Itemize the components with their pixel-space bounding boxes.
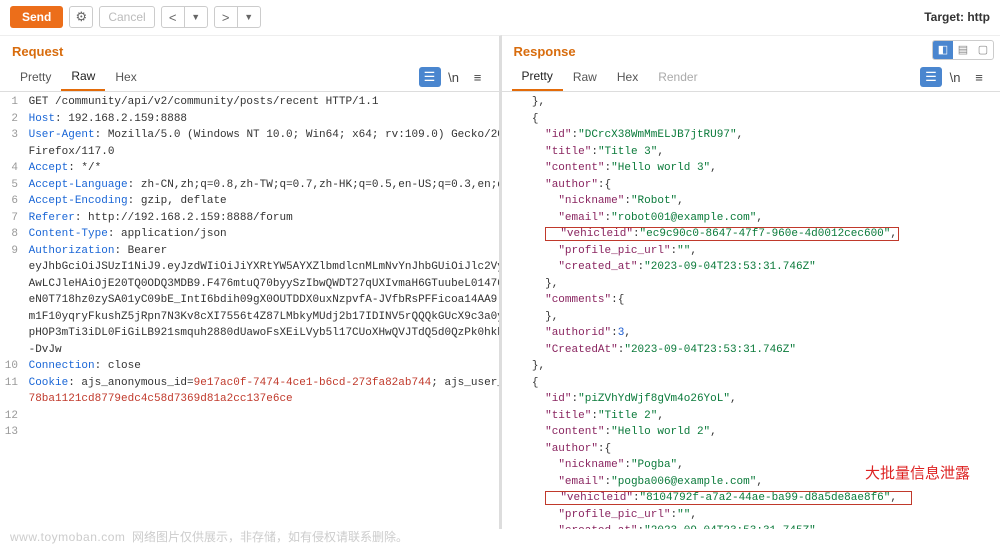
menu-icon-res[interactable]: ≡	[968, 67, 990, 87]
cancel-button[interactable]: Cancel	[99, 6, 154, 28]
request-title: Request	[0, 36, 499, 63]
layout-split-icon[interactable]: ◧	[933, 41, 953, 59]
layout-toggle[interactable]: ◧ ▤ ▢	[932, 40, 994, 60]
forward-button[interactable]: >	[214, 6, 238, 28]
settings-icon[interactable]: ⚙	[69, 6, 93, 28]
forward-nav: > ▼	[214, 6, 261, 28]
response-title: Response	[502, 36, 588, 63]
wrap-icon-res[interactable]: \n	[944, 67, 966, 87]
footer-watermark: www.toymoban.com 网络图片仅供展示，非存储，如有侵权请联系删除。	[10, 528, 408, 545]
tab-render-res[interactable]: Render	[648, 64, 707, 90]
back-button[interactable]: <	[161, 6, 185, 28]
tab-hex-res[interactable]: Hex	[607, 64, 648, 90]
tab-pretty-res[interactable]: Pretty	[512, 63, 563, 91]
tab-raw-res[interactable]: Raw	[563, 64, 607, 90]
layout-stack-icon[interactable]: ▤	[953, 41, 973, 59]
request-body[interactable]: 1 GET /community/api/v2/community/posts/…	[0, 92, 499, 529]
tab-hex-req[interactable]: Hex	[105, 64, 146, 90]
target-label: Target: http	[924, 10, 990, 24]
menu-icon[interactable]: ≡	[467, 67, 489, 87]
wrap-icon[interactable]: \n	[443, 67, 465, 87]
annotation-text: 大批量信息泄露	[865, 463, 970, 486]
pretty-toggle-icon-res[interactable]: ☰	[920, 67, 942, 87]
response-body[interactable]: }, { "id":"DCrcX38WmMmELJB7jtRU97", "tit…	[502, 92, 1000, 529]
pretty-toggle-icon[interactable]: ☰	[419, 67, 441, 87]
forward-dropdown[interactable]: ▼	[237, 6, 261, 28]
layout-single-icon[interactable]: ▢	[973, 41, 993, 59]
tab-pretty-req[interactable]: Pretty	[10, 64, 61, 90]
send-button[interactable]: Send	[10, 6, 63, 28]
tab-raw-req[interactable]: Raw	[61, 63, 105, 91]
history-nav: < ▼	[161, 6, 208, 28]
history-dropdown[interactable]: ▼	[184, 6, 208, 28]
